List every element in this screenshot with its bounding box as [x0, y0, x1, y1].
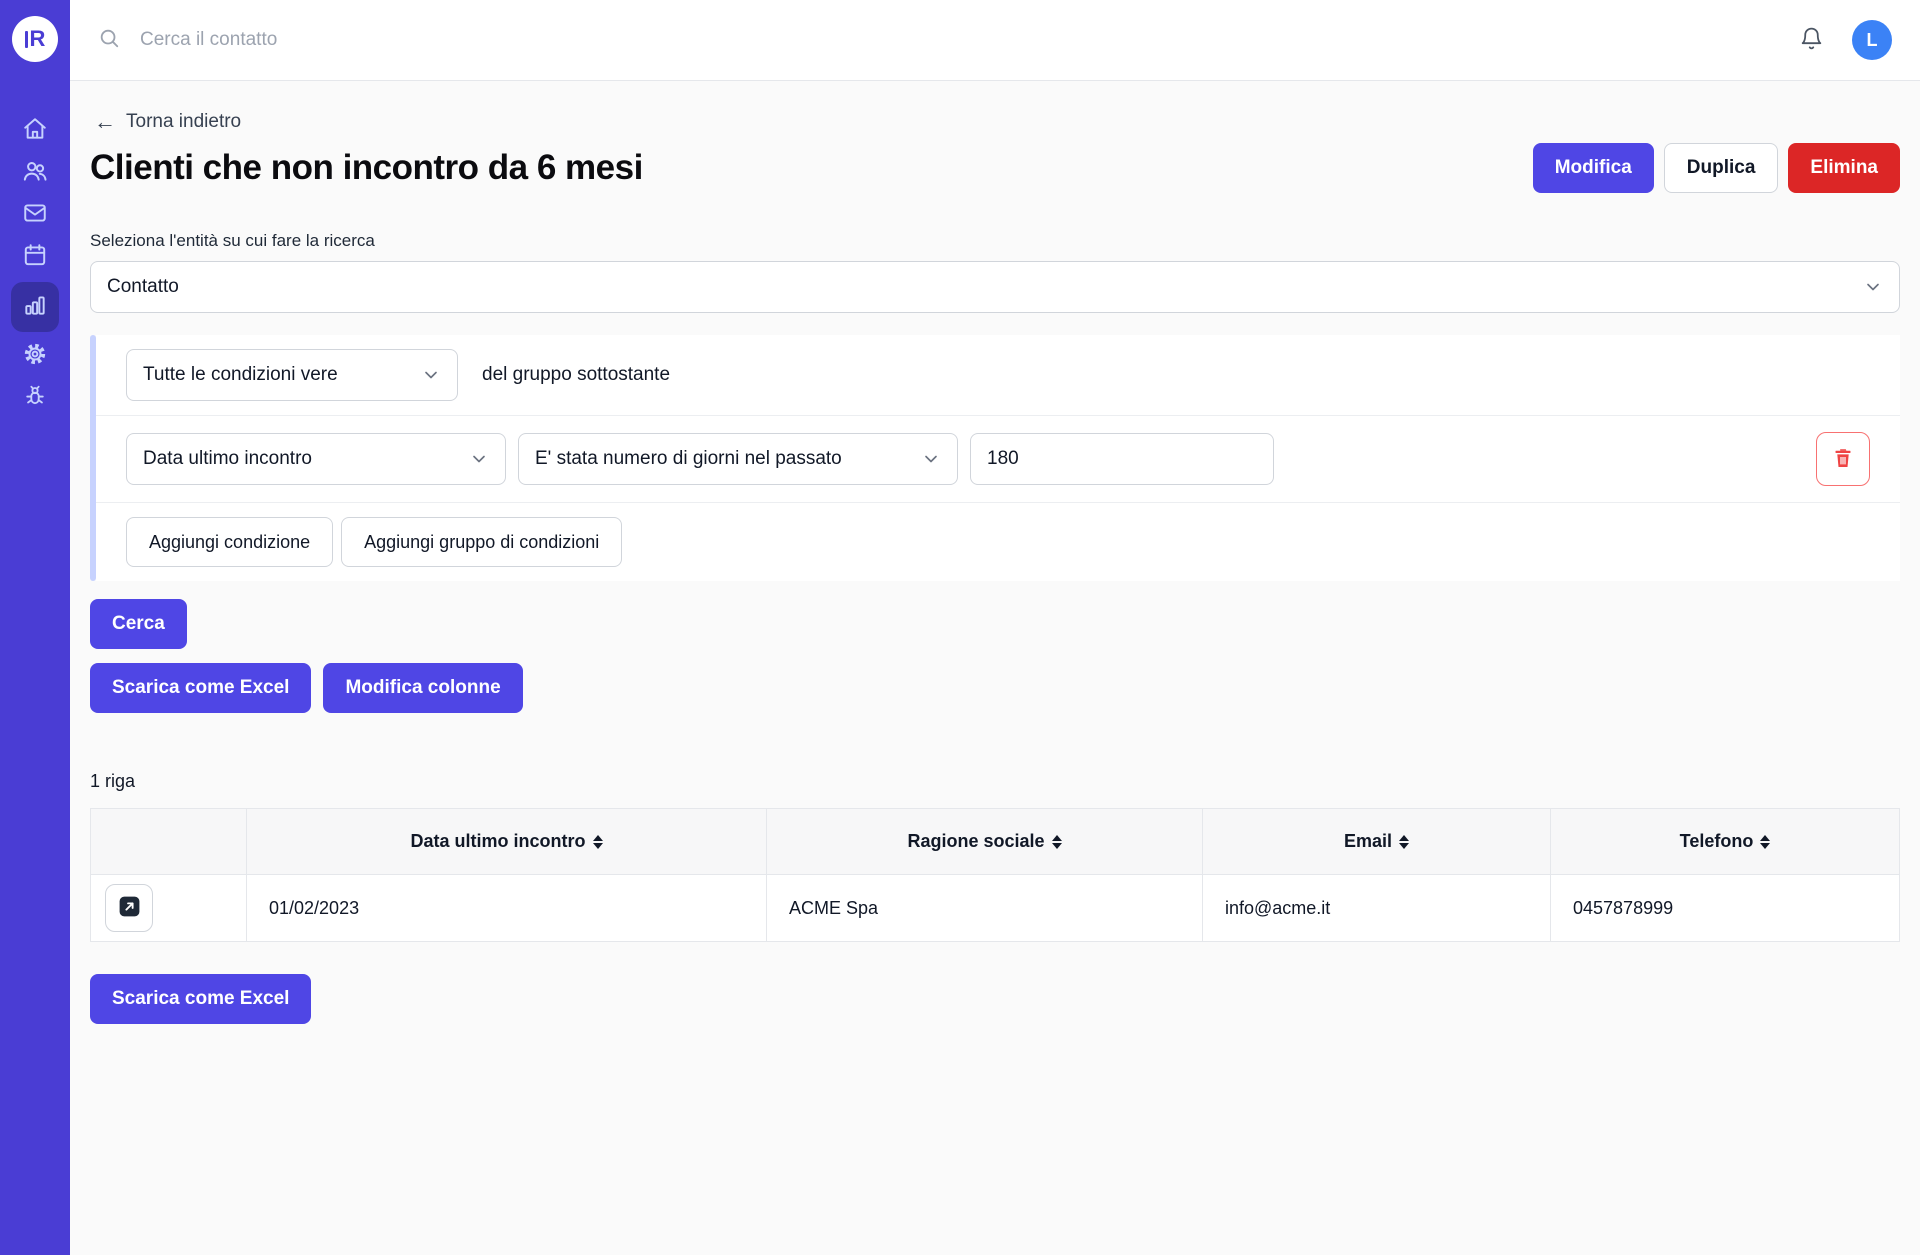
sort-icon — [593, 835, 603, 849]
add-condition-button[interactable]: Aggiungi condizione — [126, 517, 333, 567]
table-header-company[interactable]: Ragione sociale — [767, 809, 1203, 875]
results-table: Data ultimo incontro Ragione sociale Ema… — [90, 808, 1900, 942]
back-label: Torna indietro — [126, 111, 241, 133]
gear-icon — [22, 341, 48, 372]
condition-group: Tutte le condizioni vere del gruppo sott… — [90, 335, 1900, 581]
main-content: ← Torna indietro Clienti che non incontr… — [70, 81, 1920, 1255]
brand-logo-icon: R — [25, 28, 46, 50]
condition-operator-select[interactable]: E' stata numero di giorni nel passato — [518, 433, 958, 485]
avatar[interactable]: L — [1852, 20, 1892, 60]
entity-label: Seleziona l'entità su cui fare la ricerc… — [90, 231, 1900, 251]
add-condition-group-button[interactable]: Aggiungi gruppo di condizioni — [341, 517, 622, 567]
sidebar: R — [0, 0, 70, 1255]
modifica-button[interactable]: Modifica — [1533, 143, 1654, 193]
header-actions: Modifica Duplica Elimina — [1533, 143, 1900, 193]
cell-company: ACME Spa — [767, 875, 1203, 941]
sidebar-item-calendar[interactable] — [11, 240, 59, 275]
match-type-select[interactable]: Tutte le condizioni vere — [126, 349, 458, 401]
cell-email: info@acme.it — [1203, 875, 1551, 941]
sidebar-nav — [11, 114, 59, 416]
mail-icon — [22, 200, 48, 231]
sidebar-item-reports[interactable] — [11, 282, 59, 332]
entity-select[interactable]: Contatto — [90, 261, 1900, 313]
brand-logo[interactable]: R — [12, 16, 58, 62]
cell-phone: 0457878999 — [1551, 875, 1899, 941]
table-row: 01/02/2023 ACME Spa info@acme.it 0457878… — [91, 875, 1899, 941]
chevron-down-icon — [469, 449, 489, 469]
back-arrow-icon: ← — [94, 111, 116, 133]
cerca-button[interactable]: Cerca — [90, 599, 187, 649]
sidebar-item-home[interactable] — [11, 114, 59, 149]
search-input[interactable] — [138, 28, 1799, 52]
table-header-date[interactable]: Data ultimo incontro — [247, 809, 767, 875]
group-match-row: Tutte le condizioni vere del gruppo sott… — [96, 335, 1900, 416]
condition-group-body: Tutte le condizioni vere del gruppo sott… — [96, 335, 1900, 581]
sidebar-item-mail[interactable] — [11, 198, 59, 233]
chevron-down-icon — [921, 449, 941, 469]
bug-icon — [22, 383, 48, 414]
sidebar-item-settings[interactable] — [11, 339, 59, 374]
condition-field-select[interactable]: Data ultimo incontro — [126, 433, 506, 485]
avatar-initial: L — [1867, 30, 1878, 51]
table-header-actions — [91, 809, 247, 875]
page-header: Clienti che non incontro da 6 mesi Modif… — [90, 143, 1900, 193]
home-icon — [22, 116, 48, 147]
brand-initial: R — [30, 28, 46, 50]
download-excel-button[interactable]: Scarica come Excel — [90, 663, 311, 713]
table-header-email[interactable]: Email — [1203, 809, 1551, 875]
delete-condition-button[interactable] — [1816, 432, 1870, 486]
users-icon — [22, 158, 48, 189]
table-header-phone[interactable]: Telefono — [1551, 809, 1899, 875]
sort-icon — [1399, 835, 1409, 849]
bar-chart-icon — [22, 292, 48, 323]
chevron-down-icon — [421, 365, 441, 385]
calendar-icon — [22, 242, 48, 273]
topbar: L — [70, 0, 1920, 81]
condition-operator-value: E' stata numero di giorni nel passato — [535, 448, 842, 470]
global-search — [98, 27, 1799, 54]
trash-icon — [1831, 446, 1855, 473]
page-title: Clienti che non incontro da 6 mesi — [90, 148, 643, 188]
condition-row: Data ultimo incontro E' stata numero di … — [96, 416, 1900, 503]
row-count: 1 riga — [90, 771, 1900, 792]
open-record-button[interactable] — [105, 884, 153, 932]
chevron-down-icon — [1863, 277, 1883, 297]
duplica-button[interactable]: Duplica — [1664, 143, 1779, 193]
match-type-value: Tutte le condizioni vere — [143, 364, 338, 386]
bell-icon — [1799, 26, 1824, 54]
search-icon — [98, 27, 120, 54]
download-excel-bottom-button[interactable]: Scarica come Excel — [90, 974, 311, 1024]
cell-actions — [91, 875, 247, 941]
external-link-icon — [117, 894, 142, 922]
sidebar-item-contacts[interactable] — [11, 156, 59, 191]
cell-date: 01/02/2023 — [247, 875, 767, 941]
group-add-row: Aggiungi condizione Aggiungi gruppo di c… — [96, 503, 1900, 581]
entity-section: Seleziona l'entità su cui fare la ricerc… — [90, 231, 1900, 313]
condition-field-value: Data ultimo incontro — [143, 448, 312, 470]
notifications-button[interactable] — [1799, 26, 1824, 54]
condition-value-input[interactable] — [970, 433, 1274, 485]
sort-icon — [1760, 835, 1770, 849]
entity-select-value: Contatto — [107, 276, 179, 298]
group-suffix-text: del gruppo sottostante — [482, 364, 670, 386]
sidebar-item-bug[interactable] — [11, 381, 59, 416]
export-actions: Scarica come Excel Modifica colonne — [90, 663, 1900, 713]
topbar-right: L — [1799, 20, 1892, 60]
table-header-row: Data ultimo incontro Ragione sociale Ema… — [91, 809, 1899, 875]
sort-icon — [1052, 835, 1062, 849]
edit-columns-button[interactable]: Modifica colonne — [323, 663, 522, 713]
elimina-button[interactable]: Elimina — [1788, 143, 1900, 193]
results-section: 1 riga Data ultimo incontro Ragione soci… — [90, 771, 1900, 1024]
back-link[interactable]: ← Torna indietro — [94, 111, 241, 133]
